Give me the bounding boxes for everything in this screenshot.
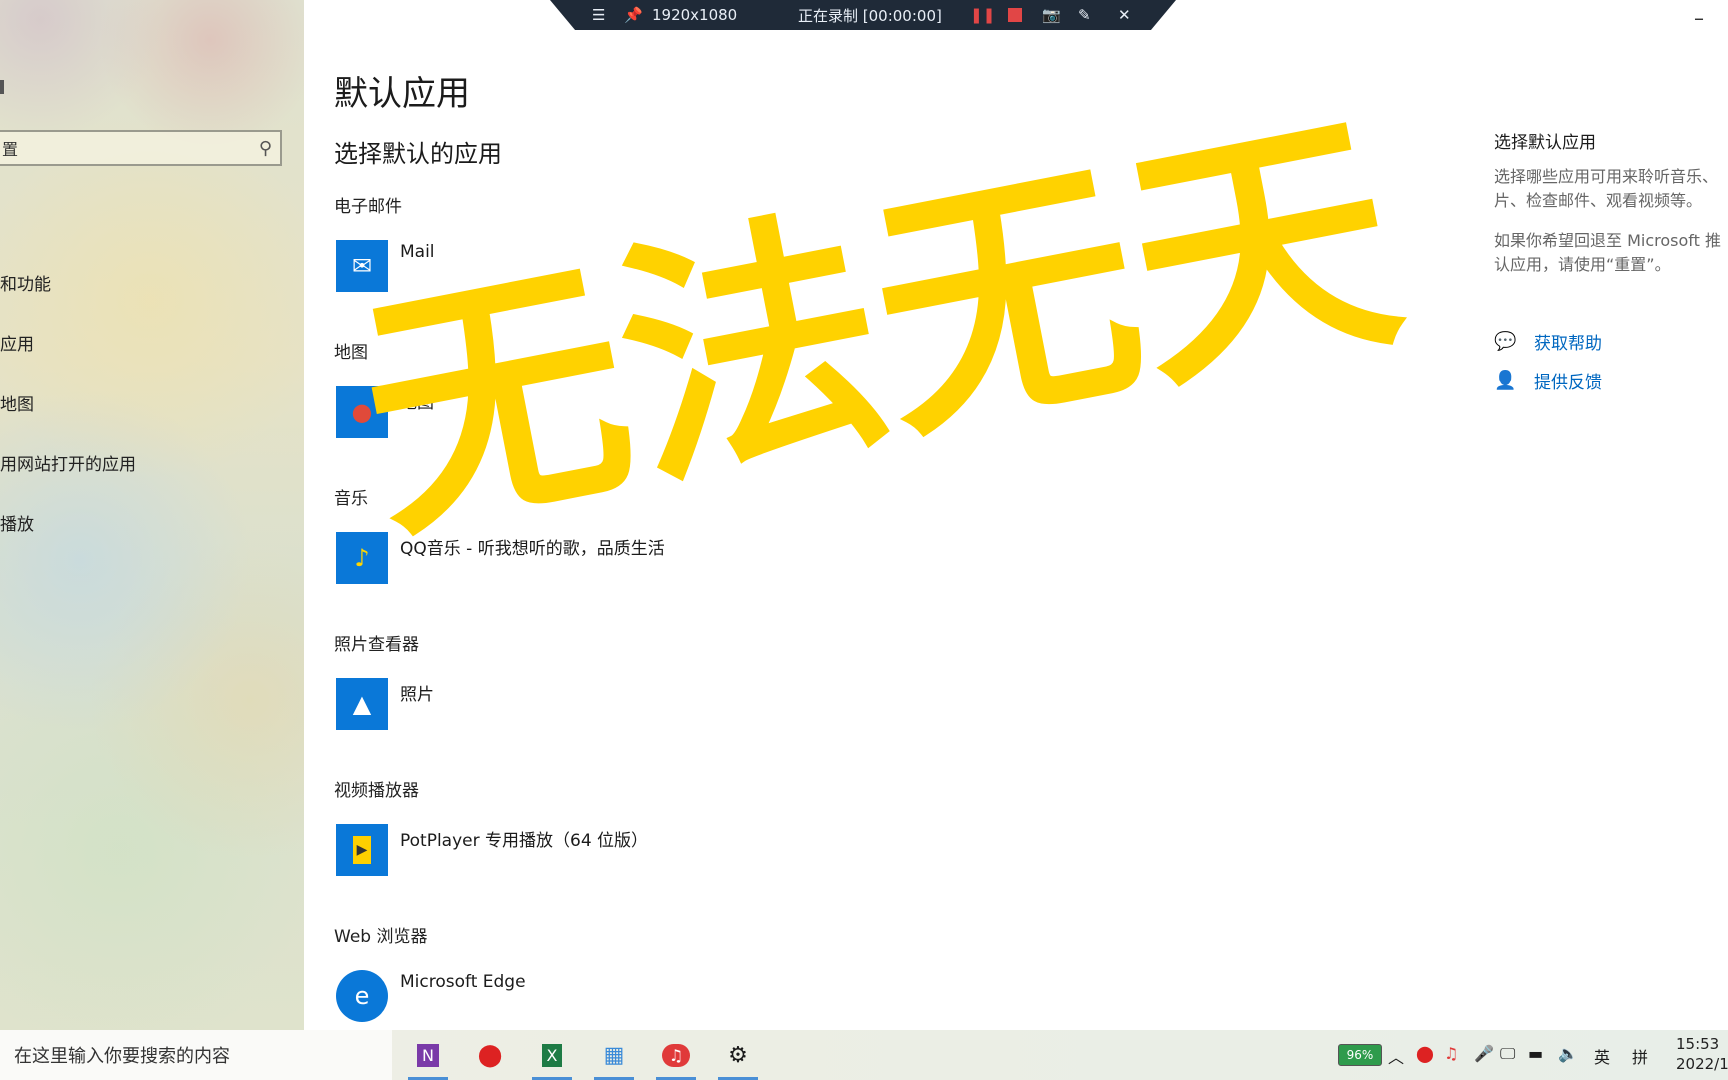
sidebar-item-apps-features[interactable]: 和功能 bbox=[0, 270, 51, 295]
taskbar-search-placeholder: 在这里输入你要搜索的内容 bbox=[14, 1046, 230, 1067]
category-label-photos: 照片查看器 bbox=[334, 635, 419, 655]
pen-icon[interactable]: ✎ bbox=[1078, 6, 1091, 24]
app-name: PotPlayer 专用播放（64 位版） bbox=[400, 831, 649, 851]
pin-icon[interactable]: 📌 bbox=[624, 6, 643, 24]
battery-tray-icon[interactable]: ▬ bbox=[1528, 1044, 1543, 1063]
menu-icon[interactable]: ☰ bbox=[592, 6, 605, 24]
clock-date: 2022/1 bbox=[1676, 1055, 1728, 1073]
app-name: Mail bbox=[400, 242, 435, 262]
settings-gear-icon[interactable]: ⚙ bbox=[718, 1036, 758, 1080]
page-title: 默认应用 bbox=[334, 74, 470, 114]
settings-search-input[interactable]: 置 ⚲ bbox=[0, 130, 282, 166]
info-paragraph-line: 选择哪些应用可用来聆听音乐、 bbox=[1494, 167, 1719, 186]
feedback-icon: 👤 bbox=[1494, 370, 1517, 391]
help-chat-icon: 💬 bbox=[1494, 331, 1517, 352]
taskbar-search-box[interactable]: 在这里输入你要搜索的内容 bbox=[0, 1030, 392, 1080]
app-name: Microsoft Edge bbox=[400, 972, 526, 992]
onenote-icon[interactable]: N bbox=[408, 1036, 448, 1080]
excel-icon[interactable]: X bbox=[532, 1036, 572, 1080]
minimize-button[interactable]: – bbox=[1694, 6, 1704, 30]
edge-icon: e bbox=[336, 970, 388, 1022]
taskbar: 在这里输入你要搜索的内容 N ⬤ X ▦ ♫ ⚙ 96% ︿ ⬤ ♫ 🎤 🖵 ▬… bbox=[0, 1030, 1728, 1080]
sidebar-item-default-apps[interactable]: 应用 bbox=[0, 330, 34, 355]
recording-resolution: 1920x1080 bbox=[652, 6, 738, 24]
sidebar-item-apps-for-websites[interactable]: 用网站打开的应用 bbox=[0, 450, 136, 475]
netease-music-icon[interactable]: ♫ bbox=[656, 1036, 696, 1080]
qq-music-icon: ♪ bbox=[336, 532, 388, 584]
info-panel: 选择默认应用 选择哪些应用可用来聆听音乐、 片、检查邮件、观看视频等。 如果你希… bbox=[1494, 128, 1728, 393]
music-tray-icon[interactable]: ♫ bbox=[1444, 1044, 1458, 1063]
give-feedback-link[interactable]: 👤 提供反馈 bbox=[1494, 368, 1728, 393]
potplayer-icon: ▶ bbox=[336, 824, 388, 876]
pause-icon[interactable]: ❚❚ bbox=[970, 6, 995, 24]
volume-icon[interactable]: 🔈 bbox=[1558, 1044, 1578, 1063]
app-name: 照片 bbox=[400, 685, 434, 705]
settings-search-value: 置 bbox=[2, 140, 19, 159]
default-app-photos[interactable]: ▲ 照片 bbox=[336, 678, 434, 730]
screen-recorder-bar: ☰ 📌 1920x1080 正在录制 [00:00:00] ❚❚ 📷 ✎ ✕ bbox=[550, 0, 1176, 30]
sidebar-item-video-playback[interactable]: 播放 bbox=[0, 510, 34, 535]
camera-icon[interactable]: 📷 bbox=[1042, 6, 1061, 24]
sidebar-edge-mark bbox=[0, 80, 4, 94]
get-help-label: 获取帮助 bbox=[1534, 334, 1602, 354]
close-icon[interactable]: ✕ bbox=[1118, 6, 1131, 24]
search-icon[interactable]: ⚲ bbox=[259, 138, 272, 159]
category-label-web-browser: Web 浏览器 bbox=[334, 927, 428, 947]
default-app-video[interactable]: ▶ PotPlayer 专用播放（64 位版） bbox=[336, 824, 648, 876]
clock-time: 15:53 bbox=[1676, 1035, 1720, 1053]
chevron-up-icon[interactable]: ︿ bbox=[1388, 1044, 1404, 1068]
ime-language-indicator[interactable]: 英 bbox=[1594, 1044, 1610, 1068]
info-paragraph-line: 认应用，请使用“重置”。 bbox=[1494, 255, 1671, 274]
taskbar-clock[interactable]: 15:53 2022/1 bbox=[1676, 1034, 1728, 1074]
category-label-video: 视频播放器 bbox=[334, 781, 419, 801]
network-icon[interactable]: 🖵 bbox=[1500, 1044, 1515, 1064]
info-paragraph-line: 如果你希望回退至 Microsoft 推 bbox=[1494, 231, 1721, 250]
stop-icon[interactable] bbox=[1008, 8, 1022, 26]
sidebar-item-offline-maps[interactable]: 地图 bbox=[0, 390, 34, 415]
recorder-tray-icon[interactable]: ⬤ bbox=[1416, 1044, 1434, 1063]
info-paragraph-line: 片、检查邮件、观看视频等。 bbox=[1494, 191, 1703, 210]
photos-icon: ▲ bbox=[336, 678, 388, 730]
give-feedback-label: 提供反馈 bbox=[1534, 373, 1602, 393]
ime-mode-indicator[interactable]: 拼 bbox=[1632, 1044, 1648, 1068]
microphone-icon[interactable]: 🎤 bbox=[1474, 1044, 1494, 1063]
info-title: 选择默认应用 bbox=[1494, 133, 1596, 153]
app-icon[interactable]: ▦ bbox=[594, 1036, 634, 1080]
section-title: 选择默认的应用 bbox=[334, 140, 502, 168]
default-app-web-browser[interactable]: e Microsoft Edge bbox=[336, 970, 526, 1022]
settings-sidebar: 置 ⚲ 和功能 应用 地图 用网站打开的应用 播放 bbox=[0, 0, 304, 1030]
get-help-link[interactable]: 💬 获取帮助 bbox=[1494, 329, 1728, 354]
recording-status: 正在录制 [00:00:00] bbox=[798, 6, 942, 25]
category-label-music: 音乐 bbox=[334, 489, 368, 509]
battery-indicator[interactable]: 96% bbox=[1338, 1044, 1382, 1066]
category-label-email: 电子邮件 bbox=[334, 197, 402, 217]
recorder-icon[interactable]: ⬤ bbox=[470, 1036, 510, 1074]
